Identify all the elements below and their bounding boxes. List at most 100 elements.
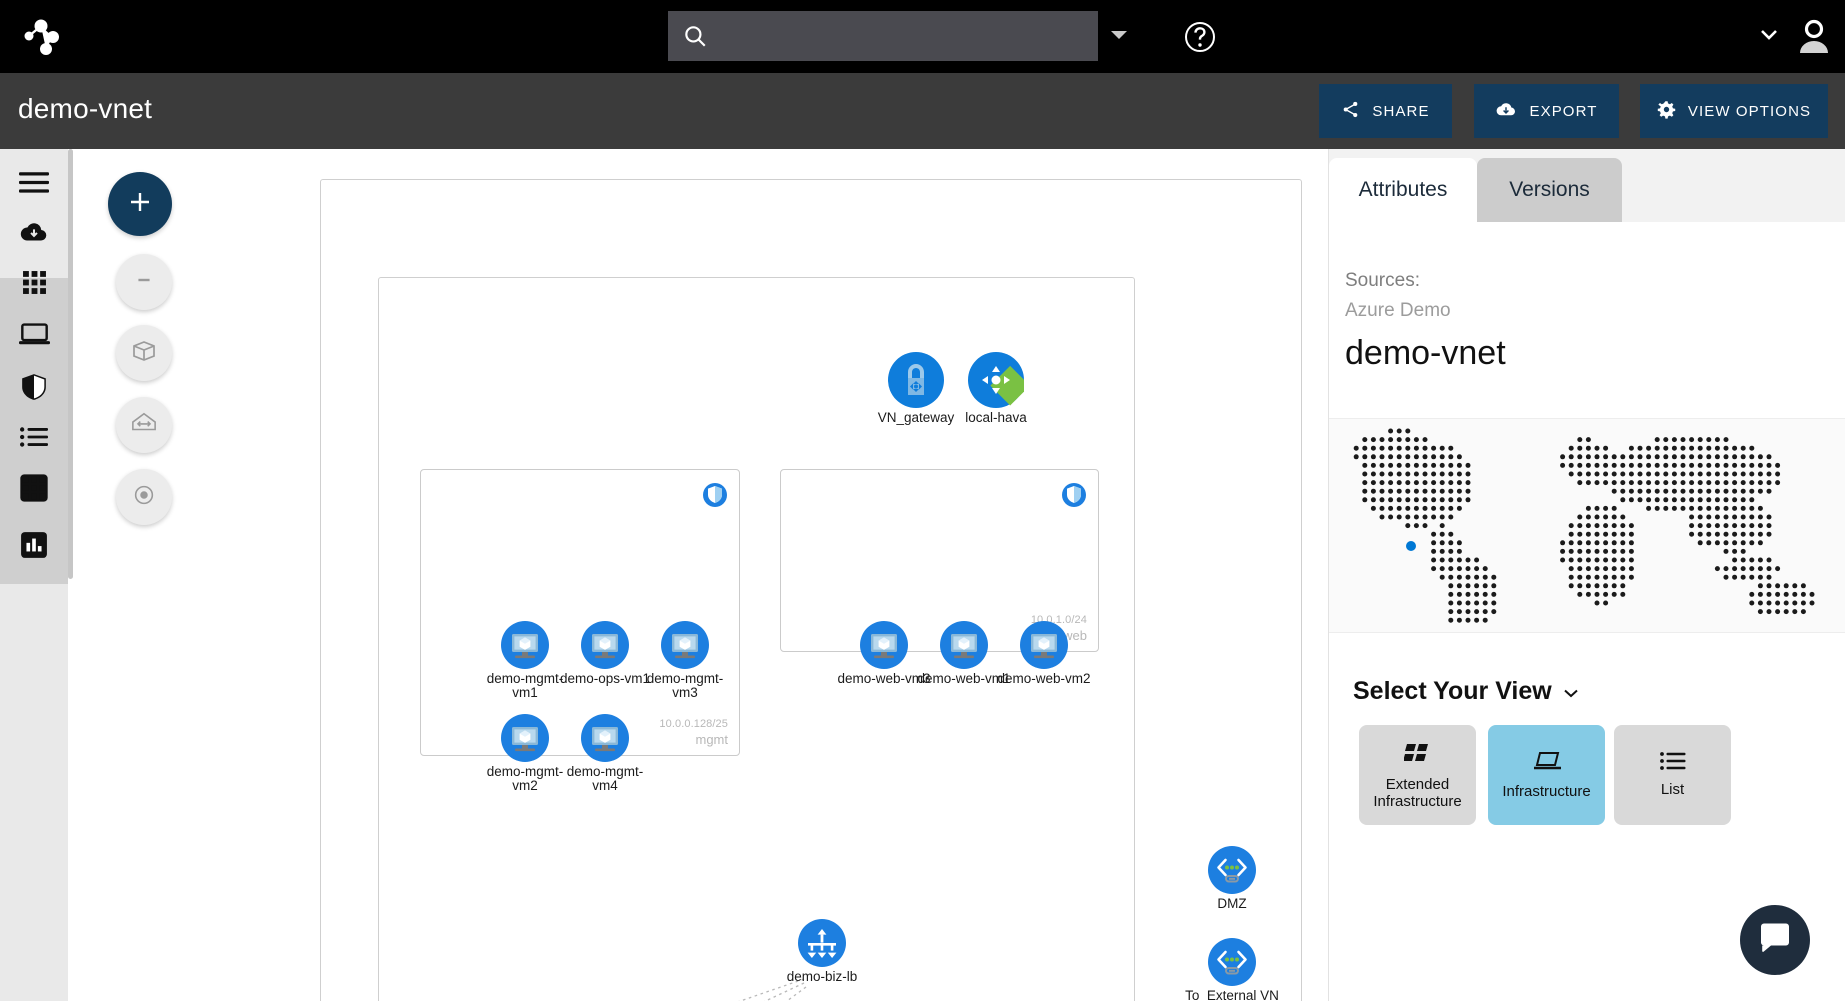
sidebar-item-analytics[interactable] (0, 517, 68, 577)
azure-vm-icon (581, 621, 629, 669)
azure-vm-icon (940, 621, 988, 669)
tab-versions[interactable]: Versions (1477, 158, 1622, 222)
view-card-extended-infrastructure[interactable]: Extended Infrastructure (1359, 725, 1476, 825)
node-label: local-hava (965, 410, 1027, 425)
azure-vm-icon (501, 621, 549, 669)
bar-chart-icon (20, 531, 48, 564)
search-scope-chevron-down-icon[interactable] (1108, 28, 1130, 42)
azure-vpn-gateway-icon (888, 352, 944, 408)
target-dot-icon (131, 482, 157, 513)
sources-value: Azure Demo (1345, 300, 1451, 321)
select-your-view-header[interactable]: Select Your View (1353, 677, 1580, 706)
page-title: demo-vnet (18, 93, 153, 124)
node-to-external-vn[interactable]: To_External VN (1184, 938, 1280, 1001)
share-button[interactable]: SHARE (1319, 84, 1452, 138)
view-options-button-label: VIEW OPTIONS (1687, 102, 1812, 120)
world-dot-map (1329, 418, 1845, 633)
local-network-gateway-icon (968, 352, 1030, 408)
tiles-icon (1402, 741, 1432, 770)
chat-launcher-button[interactable] (1740, 905, 1810, 975)
nsg-shield-icon (1062, 482, 1086, 508)
share-icon (1341, 100, 1360, 123)
panel-tabs: Attributes Versions (1329, 149, 1845, 222)
azure-vm-icon (581, 714, 629, 762)
search-input[interactable] (708, 26, 1084, 46)
node-label: demo-biz-lb (786, 969, 858, 984)
subnet-mgmt[interactable]: 10.0.0.128/25 mgmt (420, 469, 740, 756)
azure-vm-icon (1020, 621, 1068, 669)
vnet-peering-icon (1208, 846, 1256, 894)
sidebar-item-apps[interactable] (0, 255, 68, 315)
node-label: demo-web-vm2 (997, 671, 1091, 686)
vnet-peering-icon (1208, 938, 1256, 986)
sidebar-item-infrastructure[interactable] (0, 307, 68, 367)
panel-body: Sources: Azure Demo demo-vnet Select You… (1329, 222, 1845, 1001)
top-bar (0, 0, 1845, 73)
panel-resource-title: demo-vnet (1345, 334, 1506, 372)
laptop-icon (18, 323, 50, 351)
sources-label: Sources: (1345, 270, 1420, 291)
view-card-infrastructure[interactable]: Infrastructure (1488, 725, 1605, 825)
tab-versions-label: Versions (1509, 178, 1590, 201)
sidebar-item-table[interactable] (0, 460, 68, 520)
box-icon (130, 337, 158, 370)
help-circle-icon[interactable] (1182, 19, 1218, 55)
expand-horizontal-icon (130, 410, 158, 441)
node-demo-biz-lb[interactable]: demo-biz-lb (774, 919, 870, 984)
azure-vm-icon (661, 621, 709, 669)
view-card-list[interactable]: List (1614, 725, 1731, 825)
minus-icon (131, 267, 157, 298)
list-icon (20, 426, 48, 452)
package-button[interactable] (116, 325, 172, 381)
chevron-down-icon (1562, 677, 1580, 706)
diagram-canvas[interactable]: VN_gateway local-hava demo-biz-lb 10.0.0… (68, 149, 1328, 1001)
zoom-in-button[interactable] (108, 172, 172, 236)
export-button[interactable]: EXPORT (1474, 84, 1619, 138)
table-grid-icon (20, 473, 48, 507)
details-panel: Attributes Versions Sources: Azure Demo … (1328, 149, 1845, 1001)
node-demo-mgmt-vm3[interactable]: demo-mgmt-vm3 (637, 621, 733, 700)
account-chevron-down-icon[interactable] (1758, 26, 1780, 42)
network-nodes-logo[interactable] (18, 12, 68, 62)
view-card-label: List (1660, 781, 1685, 798)
export-button-label: EXPORT (1529, 102, 1598, 120)
cloud-download-icon (19, 220, 49, 250)
view-card-label: Infrastructure (1502, 783, 1591, 800)
laptop-icon (1532, 750, 1562, 777)
select-your-view-label: Select Your View (1353, 677, 1552, 705)
azure-vm-icon (501, 714, 549, 762)
subnet-name: mgmt (695, 732, 729, 747)
apps-grid-icon (22, 270, 47, 300)
node-label: demo-mgmt-vm4 (566, 764, 644, 793)
azure-load-balancer-icon (798, 919, 846, 967)
node-dmz[interactable]: DMZ (1184, 846, 1280, 911)
node-demo-mgmt-vm4[interactable]: demo-mgmt-vm4 (557, 714, 653, 793)
node-demo-web-vm2[interactable]: demo-web-vm2 (996, 621, 1092, 686)
node-local-hava[interactable]: local-hava (946, 352, 1046, 425)
node-label: demo-mgmt-vm3 (646, 671, 724, 700)
focus-button[interactable] (116, 469, 172, 525)
avatar[interactable] (1798, 19, 1830, 53)
view-card-label: Extended Infrastructure (1373, 775, 1462, 810)
search-icon (682, 23, 708, 49)
canvas-scrollbar[interactable] (68, 149, 73, 579)
menu-icon (19, 171, 49, 200)
cloud-download-icon (1495, 100, 1517, 122)
shield-icon (21, 373, 47, 406)
azure-vm-icon (860, 621, 908, 669)
share-button-label: SHARE (1372, 102, 1430, 120)
node-label: DMZ (1217, 896, 1247, 911)
tab-attributes[interactable]: Attributes (1329, 158, 1477, 222)
plus-icon (125, 187, 155, 222)
subnet-cidr: 10.0.0.128/25 (659, 718, 728, 730)
node-label: To_External VN (1185, 988, 1279, 1001)
expand-button[interactable] (116, 397, 172, 453)
gear-icon (1657, 100, 1676, 123)
chat-bubble-icon (1758, 921, 1792, 960)
global-search[interactable] (668, 11, 1098, 61)
view-options-button[interactable]: VIEW OPTIONS (1640, 84, 1828, 138)
zoom-out-button[interactable] (116, 254, 172, 310)
nsg-shield-icon (703, 482, 727, 508)
tab-attributes-label: Attributes (1358, 178, 1448, 201)
left-icon-rail (0, 149, 68, 1001)
